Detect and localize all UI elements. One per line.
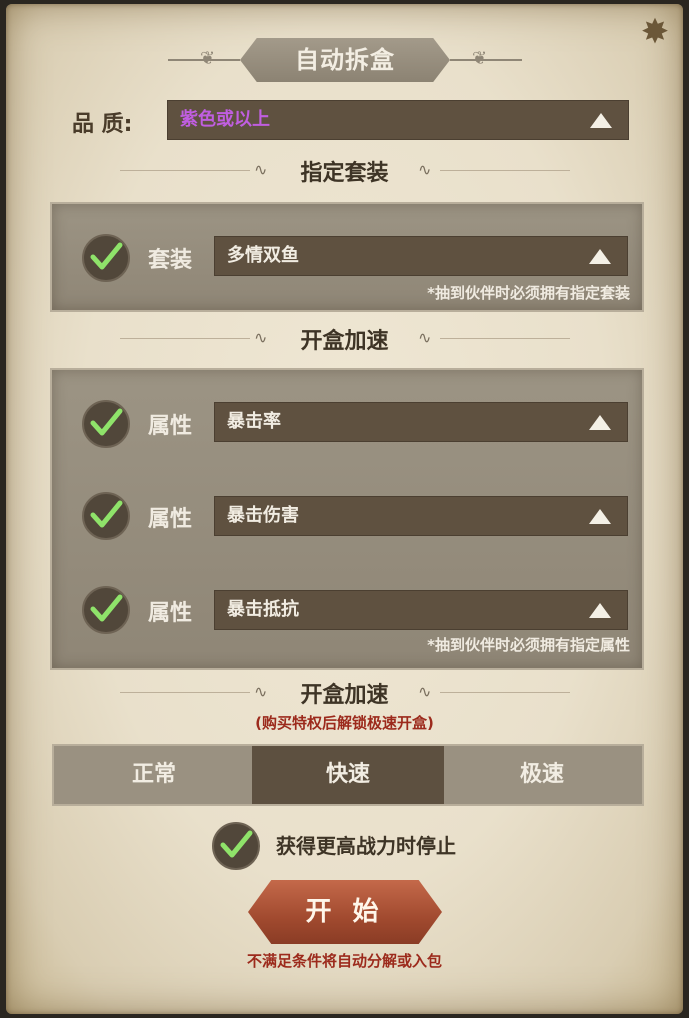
speed-section-heading: 开盒加速 [300, 683, 389, 708]
page-title: 自动拆盒 [295, 46, 395, 74]
set-section-heading: 指定套装 [300, 161, 389, 186]
attr-checkbox-2[interactable] [82, 492, 130, 540]
quality-label: 品 质: [72, 112, 133, 137]
checkmark-icon [90, 242, 123, 270]
set-panel: 套装 多情双鱼 *抽到伙伴时必须拥有指定套装 [50, 202, 644, 312]
set-label: 套装 [148, 248, 193, 273]
checkmark-icon [90, 594, 123, 622]
stop-checkbox[interactable] [212, 822, 260, 870]
triangle-up-icon [589, 603, 611, 618]
attr-checkbox-1[interactable] [82, 400, 130, 448]
attr-value-2: 暴击伤害 [227, 505, 299, 526]
triangle-up-icon [589, 509, 611, 524]
attr-dropdown-2[interactable]: 暴击伤害 [214, 496, 628, 536]
attr-note: *抽到伙伴时必须拥有指定属性 [427, 636, 630, 654]
set-checkbox[interactable] [82, 234, 130, 282]
attr-panel: 属性 暴击率 属性 暴击伤害 属性 暴击抵抗 *抽到伙伴时必须拥有指定属性 [50, 368, 644, 670]
stop-option-label: 获得更高战力时停止 [276, 834, 456, 858]
set-value: 多情双鱼 [227, 245, 299, 266]
attr-value-1: 暴击率 [227, 411, 281, 432]
triangle-up-icon [590, 113, 612, 128]
triangle-up-icon [589, 249, 611, 264]
speed-selector: 正常 快速 极速 [52, 744, 644, 806]
checkmark-icon [90, 500, 123, 528]
attr-dropdown-3[interactable]: 暴击抵抗 [214, 590, 628, 630]
speed-option-extreme[interactable]: 极速 [446, 746, 638, 804]
compass-star-icon: ✸ [640, 12, 670, 52]
swirl-icon: ❦ [472, 48, 488, 69]
attr-value-3: 暴击抵抗 [227, 599, 299, 620]
footer-note: 不满足条件将自动分解或入包 [246, 952, 442, 970]
set-dropdown[interactable]: 多情双鱼 [214, 236, 628, 276]
set-note: *抽到伙伴时必须拥有指定套装 [427, 284, 630, 302]
triangle-up-icon [589, 415, 611, 430]
attr-dropdown-1[interactable]: 暴击率 [214, 402, 628, 442]
quality-dropdown[interactable]: 紫色或以上 [167, 100, 629, 140]
attr-section-heading: 开盒加速 [300, 329, 389, 354]
attr-label-3: 属性 [148, 601, 193, 626]
checkmark-icon [220, 830, 253, 858]
checkmark-icon [90, 408, 123, 436]
attr-label-1: 属性 [148, 414, 193, 439]
speed-option-fast[interactable]: 快速 [252, 746, 444, 804]
attr-label-2: 属性 [148, 507, 193, 532]
unlock-note: (购买特权后解锁极速开盒) [255, 714, 434, 732]
attr-checkbox-3[interactable] [82, 586, 130, 634]
quality-value: 紫色或以上 [180, 109, 270, 130]
speed-option-normal[interactable]: 正常 [58, 746, 250, 804]
swirl-icon: ❦ [200, 48, 216, 69]
start-button-label[interactable]: 开 始 [248, 880, 442, 944]
